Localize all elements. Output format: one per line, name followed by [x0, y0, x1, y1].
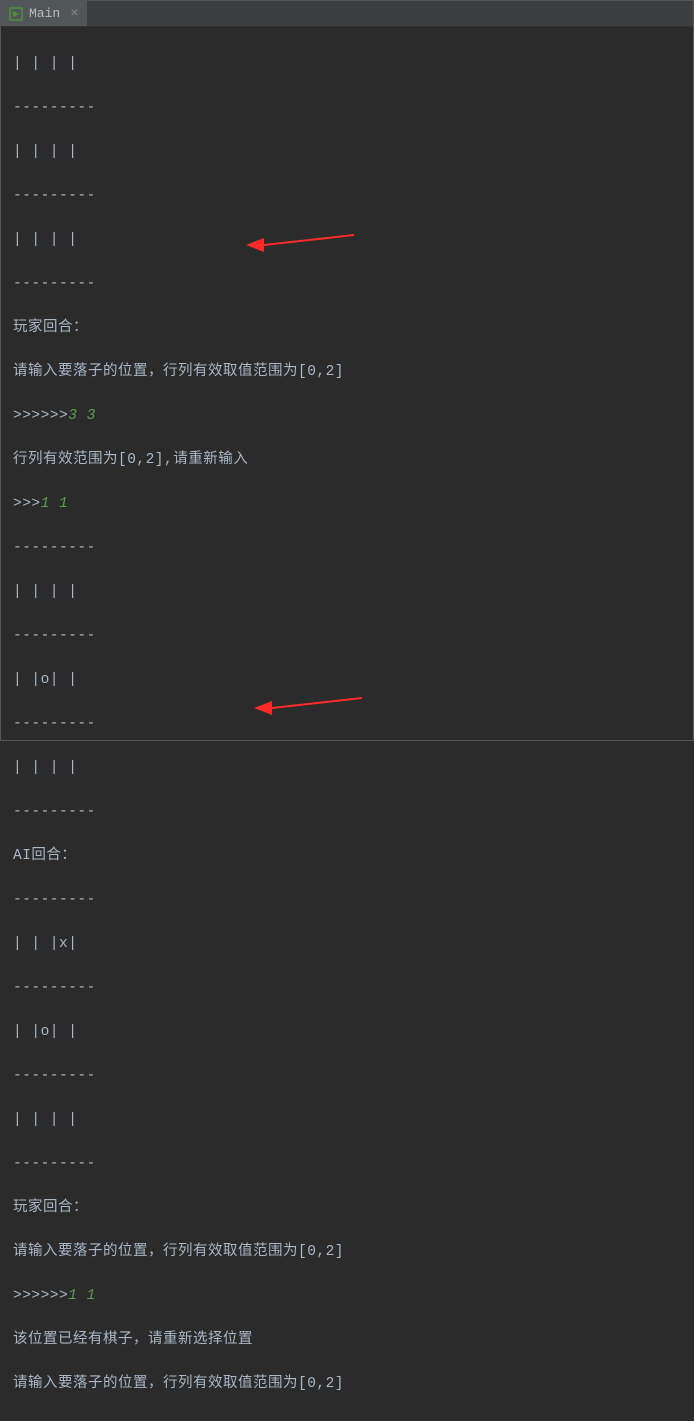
error-occupied-message: 该位置已经有棋子，请重新选择位置	[13, 1329, 685, 1351]
run-config-icon	[9, 7, 23, 21]
tab-bar: Main ×	[1, 1, 693, 27]
player-turn-label: 玩家回合：	[13, 317, 685, 339]
user-input-value: 1 1	[41, 496, 69, 512]
user-input-value: 3 3	[68, 408, 96, 424]
close-icon[interactable]: ×	[70, 6, 78, 22]
board-divider: ---------	[13, 1153, 685, 1175]
prompt-marker: >>>>>>	[13, 1288, 68, 1304]
board-divider: ---------	[13, 1065, 685, 1087]
user-input-line: >>>>>>3 3	[13, 405, 685, 427]
board-cell-row: | | | |	[13, 581, 685, 603]
board-cell-row: | | | |	[13, 757, 685, 779]
error-range-message: 行列有效范围为[0,2],请重新输入	[13, 449, 685, 471]
board-cell-row: | | | |	[13, 229, 685, 251]
board-divider: ---------	[13, 889, 685, 911]
prompt-marker: >>>	[13, 496, 41, 512]
board-cell-row: | |o| |	[13, 1021, 685, 1043]
ai-turn-label: AI回合：	[13, 845, 685, 867]
board-divider: ---------	[13, 97, 685, 119]
user-input-line: >>>>>>1 1	[13, 1285, 685, 1307]
board-cell-row: | | | |	[13, 141, 685, 163]
input-prompt-text: 请输入要落子的位置，行列有效取值范围为[0,2]	[13, 1373, 685, 1395]
user-input-line: >>>1 1	[13, 493, 685, 515]
input-prompt-text: 请输入要落子的位置，行列有效取值范围为[0,2]	[13, 1241, 685, 1263]
board-cell-row: | | |x|	[13, 933, 685, 955]
board-divider: ---------	[13, 537, 685, 559]
input-prompt-text: 请输入要落子的位置，行列有效取值范围为[0,2]	[13, 361, 685, 383]
prompt-marker: >>>>>>	[13, 408, 68, 424]
board-cell-row: | |o| |	[13, 669, 685, 691]
user-input-value: 1 1	[68, 1288, 96, 1304]
player-turn-label: 玩家回合：	[13, 1197, 685, 1219]
board-divider: ---------	[13, 273, 685, 295]
editor-tab-main[interactable]: Main ×	[1, 1, 87, 26]
board-divider: ---------	[13, 185, 685, 207]
board-divider: ---------	[13, 977, 685, 999]
board-divider: ---------	[13, 625, 685, 647]
tab-title: Main	[29, 6, 60, 21]
board-divider: ---------	[13, 713, 685, 735]
console-output: | | | | --------- | | | | --------- | | …	[1, 27, 693, 1421]
board-divider: ---------	[13, 801, 685, 823]
board-cell-row: | | | |	[13, 53, 685, 75]
board-cell-row: | | | |	[13, 1109, 685, 1131]
